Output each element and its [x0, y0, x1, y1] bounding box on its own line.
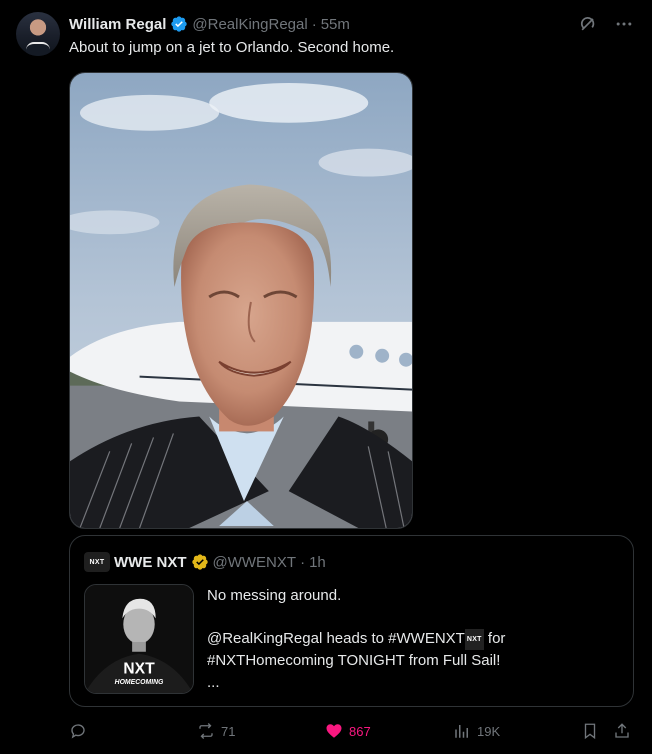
quoted-author-handle: @WWENXT	[212, 553, 297, 571]
quoted-tweet[interactable]: NXT WWE NXT @WWENXT · 1h NXT HOMECOMING …	[69, 535, 634, 707]
quoted-line-3: #NXTHomecoming TONIGHT from Full Sail!	[207, 652, 501, 670]
bookmark-button[interactable]	[581, 722, 599, 740]
verified-badge-icon	[171, 16, 188, 32]
author-avatar[interactable]	[16, 12, 60, 56]
repost-button[interactable]: 71	[197, 722, 235, 740]
thumb-homecoming-text: HOMECOMING	[115, 679, 164, 686]
quoted-tweet-header: NXT WWE NXT @WWENXT · 1h	[84, 552, 326, 572]
quoted-time: 1h	[309, 553, 326, 571]
tweet-text: About to jump on a jet to Orlando. Secon…	[69, 39, 395, 56]
reply-button[interactable]	[69, 722, 93, 740]
tweet-actions-bar: 71 867 19K	[69, 718, 637, 746]
author-name[interactable]: William Regal	[69, 16, 166, 33]
repost-count: 71	[221, 723, 236, 739]
views-button[interactable]: 19K	[453, 722, 500, 740]
quoted-line-2: @RealKingRegal heads to #WWENXT NXT for	[207, 628, 627, 651]
like-button[interactable]: 867	[325, 722, 371, 740]
quoted-author-name: WWE NXT	[114, 553, 187, 571]
views-chart-icon	[455, 725, 468, 738]
separator-dot: ·	[311, 15, 317, 33]
verified-gold-badge-icon	[191, 554, 208, 570]
reply-icon	[71, 724, 85, 739]
quoted-line-4: ...	[207, 673, 220, 691]
quoted-tweet-text: No messing around. @RealKingRegal heads …	[207, 585, 627, 694]
like-count: 867	[349, 723, 371, 739]
tweet-header: William Regal @RealKingRegal · 55m	[69, 14, 350, 34]
thumb-nxt-logo: NXT	[123, 660, 155, 677]
post-time[interactable]: 55m	[321, 16, 350, 33]
share-button[interactable]	[613, 722, 631, 740]
quoted-line-2-text[interactable]: @RealKingRegal heads to #WWENXT	[207, 630, 465, 647]
share-icon	[615, 723, 629, 738]
bookmark-icon	[584, 723, 596, 740]
tweet-top-actions	[578, 14, 634, 34]
views-count: 19K	[477, 723, 501, 739]
quoted-separator-dot: ·	[300, 553, 306, 571]
quoted-author-avatar: NXT	[84, 552, 110, 572]
quoted-line-1: No messing around.	[207, 587, 342, 604]
heart-filled-icon	[326, 724, 342, 738]
more-options-icon[interactable]	[614, 14, 634, 34]
grok-icon[interactable]	[578, 14, 598, 34]
tweet[interactable]: William Regal @RealKingRegal · 55m About…	[0, 0, 652, 754]
quoted-thumbnail[interactable]: NXT HOMECOMING	[84, 584, 194, 694]
nxt-hashflag-icon: NXT	[464, 628, 484, 651]
tweet-photo[interactable]	[69, 72, 413, 529]
repost-icon	[199, 723, 213, 739]
author-handle[interactable]: @RealKingRegal	[192, 16, 307, 33]
quoted-line-2-tail: for	[483, 630, 506, 648]
